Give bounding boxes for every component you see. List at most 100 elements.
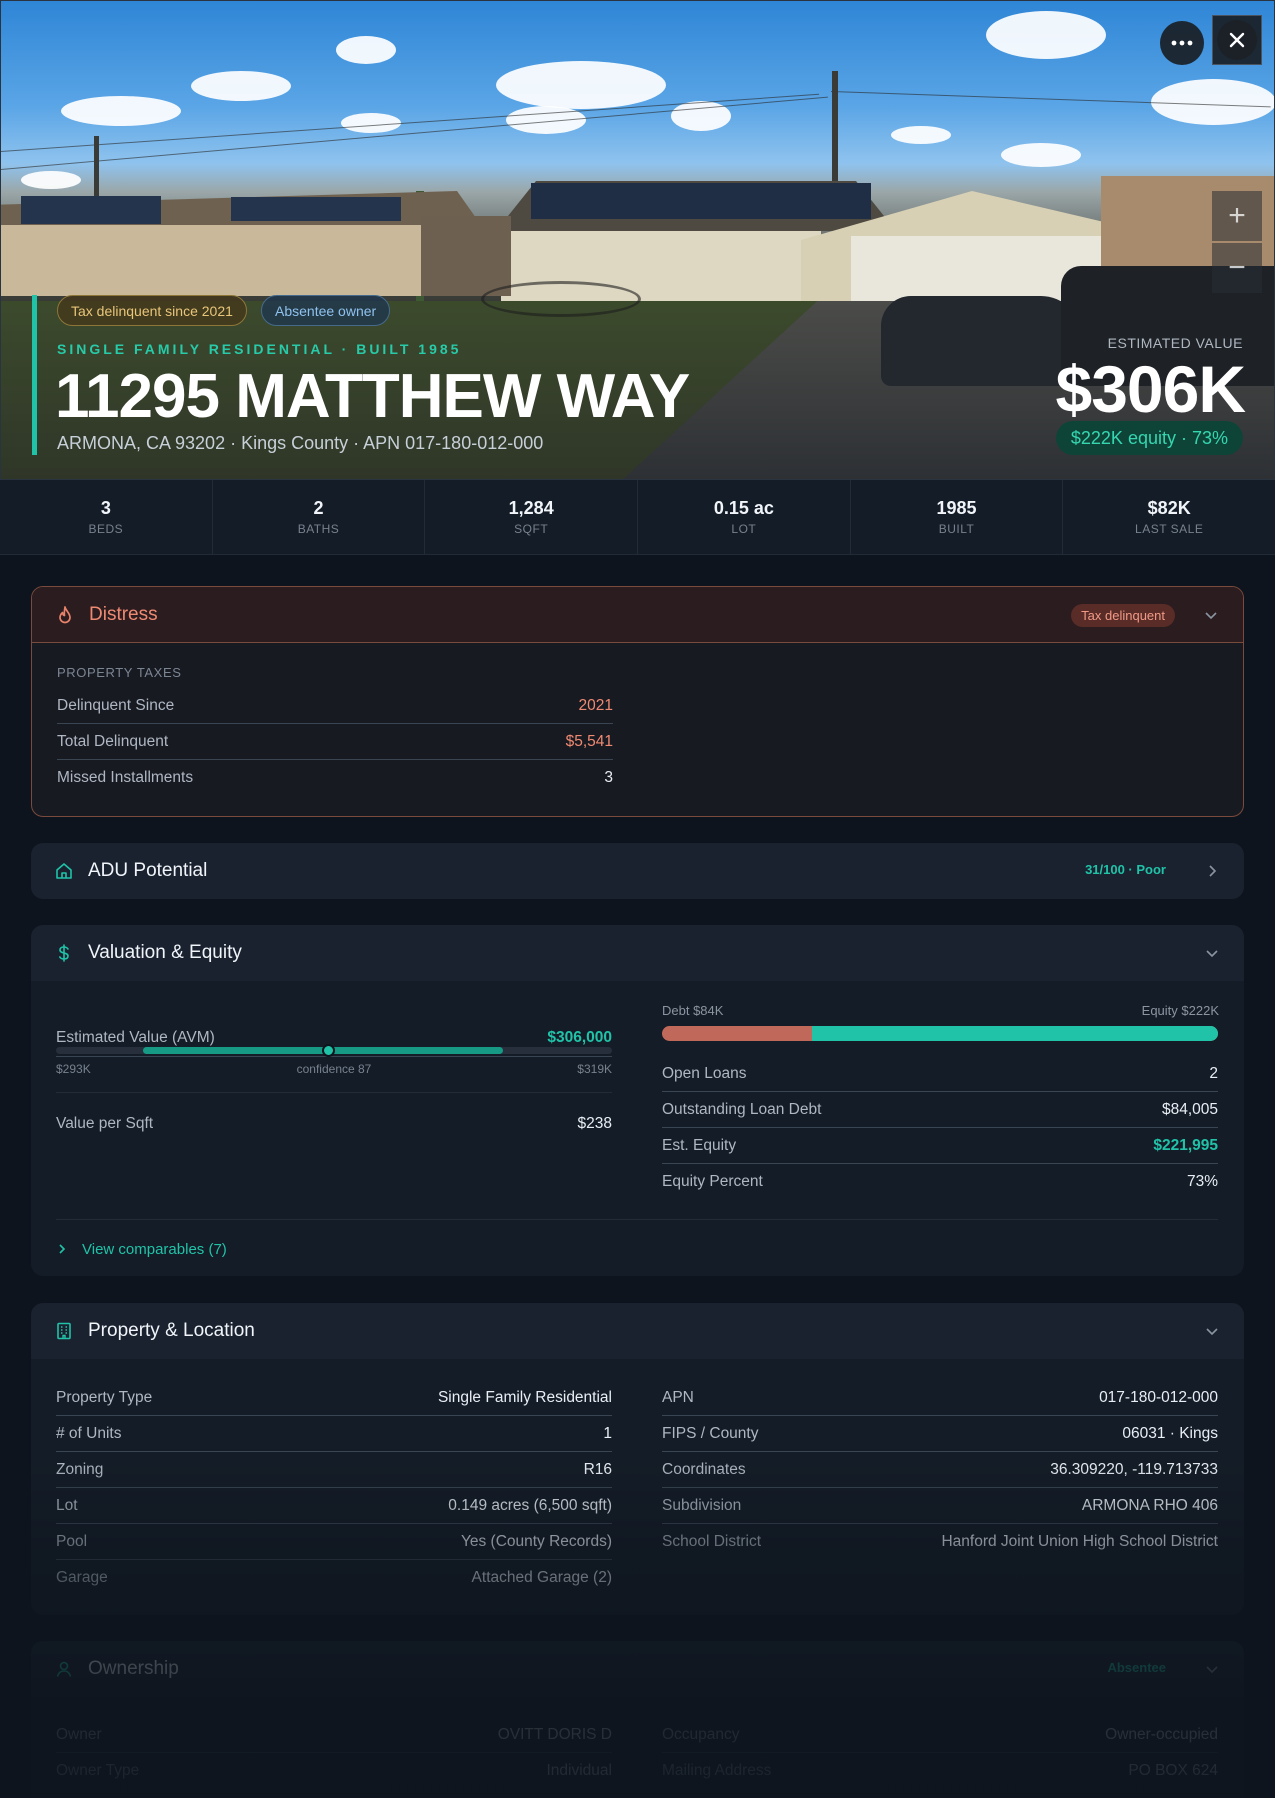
ownership-row: Mailing Address PO BOX 624: [662, 1753, 1218, 1789]
loan-row: Outstanding Loan Debt $84,005: [662, 1092, 1218, 1128]
location-row: Subdivision ARMONA RHO 406: [662, 1488, 1218, 1524]
flame-icon: [59, 606, 71, 624]
stat-label: LAST SALE: [1135, 522, 1204, 536]
ownership-row: Owner OVITT DORIS D: [56, 1717, 612, 1753]
row-value: Yes (County Records): [460, 1532, 612, 1550]
stat-beds: 3 BEDS: [0, 480, 213, 554]
estimated-value-label: ESTIMATED VALUE: [1107, 335, 1243, 351]
loan-row: Est. Equity $221,995: [662, 1128, 1218, 1164]
value-per-sqft-row: Value per Sqft $238: [56, 1104, 612, 1144]
row-value: 73%: [1186, 1173, 1218, 1190]
property-location: ARMONA, CA 93202 · Kings County · APN 01…: [57, 433, 544, 453]
vps-label: Value per Sqft: [56, 1115, 154, 1132]
property-taxes-label: PROPERTY TAXES: [57, 665, 182, 680]
row-value: 0.149 acres (6,500 sqft): [448, 1496, 612, 1514]
stat-baths: 2 BATHS: [213, 480, 426, 554]
distress-card: Distress Tax delinquent PROPERTY TAXES D…: [31, 586, 1244, 817]
distress-header[interactable]: Distress Tax delinquent: [32, 587, 1243, 643]
adu-title: ADU Potential: [88, 860, 208, 881]
zoom-in-icon: +: [1228, 199, 1246, 232]
dollar-icon: [59, 944, 69, 962]
zoom-out-icon: −: [1228, 251, 1246, 284]
row-key: Garage: [56, 1569, 108, 1586]
property-row: Property Type Single Family Residential: [56, 1380, 612, 1416]
distress-row: Delinquent Since 2021: [57, 688, 613, 724]
equity-pill: $222K equity · 73%: [1055, 421, 1243, 455]
row-key: Est. Equity: [662, 1136, 737, 1154]
chevron-down-icon: [1206, 1328, 1218, 1336]
property-title: Property & Location: [88, 1320, 255, 1341]
zoom-in-button[interactable]: +: [1212, 191, 1262, 241]
valuation-header[interactable]: Valuation & Equity: [31, 925, 1244, 981]
stat-value: 2: [313, 498, 324, 518]
row-value: Attached Garage (2): [471, 1569, 612, 1586]
view-comparables-link[interactable]: View comparables (7): [56, 1235, 227, 1263]
hero-photo: + − Tax delinquent since 2021 Absentee o…: [0, 0, 1275, 480]
row-key: Total Delinquent: [57, 732, 169, 750]
row-key: Equity Percent: [662, 1173, 763, 1190]
stats-bar: 3 BEDS 2 BATHS 1,284 SQFT 0.15 ac LOT 1985 BU…: [0, 480, 1275, 555]
row-key: Property Type: [56, 1388, 153, 1406]
close-button[interactable]: [1212, 15, 1262, 65]
stat-built: 1985 BUILT: [851, 480, 1064, 554]
location-row: FIPS / County 06031 · Kings: [662, 1416, 1218, 1452]
row-key: Mailing Address: [662, 1762, 772, 1779]
vps-value: $238: [577, 1115, 612, 1132]
divider: [56, 1219, 1218, 1220]
more-options-button[interactable]: [1160, 21, 1204, 65]
loan-row: Open Loans 2: [662, 1056, 1218, 1092]
adu-score: 31/100 · Poor: [1085, 862, 1166, 877]
range-low: $293K: [56, 1062, 91, 1076]
row-key: Zoning: [56, 1460, 104, 1478]
avm-value: $306,000: [547, 1028, 612, 1046]
estimated-value: $306K: [1055, 352, 1246, 426]
row-key: Delinquent Since: [57, 696, 175, 714]
stat-value: $82K: [1147, 498, 1191, 518]
property-address: 11295 MATTHEW WAY: [55, 362, 690, 431]
close-icon: [1217, 20, 1257, 60]
row-value: 06031 · Kings: [1122, 1424, 1218, 1442]
adu-card[interactable]: ADU Potential 31/100 · Poor: [31, 843, 1244, 899]
adu-header[interactable]: ADU Potential 31/100 · Poor: [31, 843, 1244, 899]
row-key: Owner Type: [56, 1762, 140, 1779]
equity-bar-fill: [812, 1026, 1218, 1041]
user-icon: [56, 1661, 72, 1677]
row-value: PO BOX 624: [1128, 1762, 1218, 1779]
row-value: 3: [604, 769, 613, 786]
valuation-card: Valuation & Equity Estimated Value (AVM)…: [31, 925, 1244, 1276]
ownership-header[interactable]: Ownership Absentee: [31, 1641, 1244, 1697]
distress-title: Distress: [89, 603, 158, 625]
debt-label: Debt $84K: [662, 1003, 724, 1018]
property-card: Property & Location Property Type Single …: [31, 1303, 1244, 1615]
confidence-label: confidence 87: [296, 1062, 372, 1076]
property-row: Garage Attached Garage (2): [56, 1560, 612, 1596]
row-key: Missed Installments: [57, 769, 194, 786]
row-value: OVITT DORIS D: [497, 1725, 612, 1743]
row-value: R16: [583, 1460, 612, 1478]
chevron-down-icon: [1206, 950, 1218, 958]
distress-badge: Tax delinquent: [1071, 604, 1175, 627]
row-value: 2021: [578, 696, 613, 714]
row-key: Lot: [56, 1496, 78, 1514]
equity-label: Equity $222K: [1141, 1003, 1219, 1018]
row-key: Occupancy: [662, 1725, 740, 1743]
row-key: FIPS / County: [662, 1424, 759, 1442]
chevron-right-icon: [59, 1244, 66, 1254]
stat-value: 3: [100, 498, 111, 518]
zoom-out-button[interactable]: −: [1212, 243, 1262, 293]
property-header[interactable]: Property & Location: [31, 1303, 1244, 1359]
stat-label: SQFT: [514, 522, 549, 536]
row-key: Owner: [56, 1725, 102, 1743]
row-key: Coordinates: [662, 1460, 746, 1478]
row-key: School District: [662, 1533, 762, 1550]
row-value: 017-180-012-000: [1099, 1388, 1218, 1406]
stat-label: BUILT: [938, 522, 975, 536]
row-value: $84,005: [1161, 1100, 1218, 1118]
stat-label: BEDS: [88, 522, 124, 536]
chevron-right-icon: [1209, 865, 1217, 877]
chevron-down-icon: [1205, 612, 1217, 620]
divider: [56, 1092, 612, 1093]
stat-label: BATHS: [297, 522, 340, 536]
row-key: Subdivision: [662, 1496, 742, 1514]
row-value: 2: [1209, 1064, 1218, 1082]
